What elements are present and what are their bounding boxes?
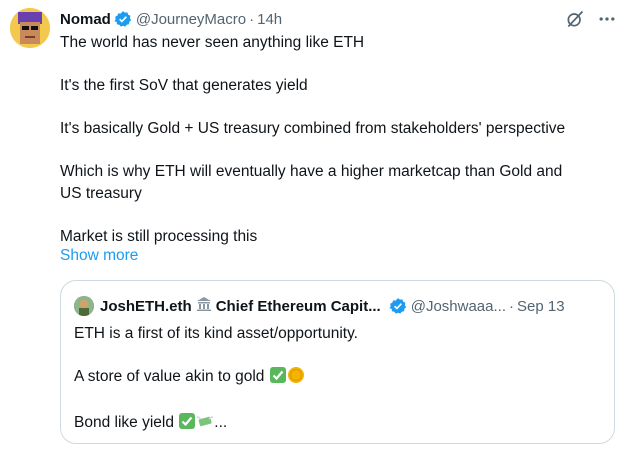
quoted-avatar (74, 296, 94, 316)
quoted-ellipsis: ... (214, 414, 228, 431)
quoted-line-text: Bond like yield (74, 414, 174, 431)
author-name[interactable]: Nomad (60, 11, 111, 28)
verified-badge-icon (114, 10, 132, 28)
quoted-line (74, 345, 599, 367)
quoted-date[interactable]: Sep 13 (517, 298, 565, 315)
tweet-header: Nomad @JourneyMacro · 14h (60, 8, 282, 30)
tweet-line (60, 97, 630, 119)
tweet-line: The world has never seen anything like E… (60, 34, 365, 51)
quoted-line: A store of value akin to gold (74, 366, 599, 391)
tweet-line (60, 140, 630, 162)
more-icon[interactable] (596, 8, 618, 30)
quoted-author-name[interactable]: JoshETH.eth (100, 298, 192, 315)
quoted-line: Bond like yield ... (74, 412, 599, 437)
check-mark-icon (269, 366, 287, 391)
quoted-line (74, 391, 599, 413)
check-mark-icon (178, 412, 196, 437)
quoted-line-text: A store of value akin to gold (74, 368, 265, 385)
money-wings-icon (196, 412, 214, 437)
tweet-line: Which is why ETH will eventually have a … (60, 163, 563, 180)
tweet-line: US treasury (60, 184, 142, 202)
tweet-actions-top (564, 8, 618, 30)
quoted-tweet[interactable]: JoshETH.eth Chief Ethereum Capit... @Jos… (60, 280, 615, 444)
quoted-line: ETH is a first of its kind asset/opportu… (74, 325, 358, 342)
tweet-line (60, 54, 630, 76)
quoted-tweet-header: JoshETH.eth Chief Ethereum Capit... @Jos… (74, 295, 565, 317)
tweet-line: It's the first SoV that generates yield (60, 77, 308, 94)
tweet-line: It's basically Gold + US treasury combin… (60, 120, 566, 137)
verified-badge-icon (389, 297, 407, 315)
avatar[interactable] (10, 8, 50, 48)
show-more-link[interactable]: Show more (60, 247, 138, 265)
tweet-time[interactable]: 14h (257, 11, 282, 28)
bank-emoji-icon (196, 296, 212, 316)
quoted-author-handle[interactable]: @Joshwaaa... (411, 298, 506, 315)
tweet-line: Market is still processing this (60, 227, 258, 245)
tweet-line (60, 204, 630, 226)
quoted-tweet-text: ETH is a first of its kind asset/opportu… (74, 323, 599, 437)
coin-icon (287, 366, 305, 391)
separator-dot: · (249, 10, 255, 28)
separator-dot: · (509, 297, 514, 315)
grok-icon[interactable] (564, 8, 586, 30)
author-handle[interactable]: @JourneyMacro (136, 11, 246, 28)
tweet-text: The world has never seen anything like E… (60, 32, 630, 247)
quoted-author-title[interactable]: Chief Ethereum Capit... (216, 298, 381, 315)
